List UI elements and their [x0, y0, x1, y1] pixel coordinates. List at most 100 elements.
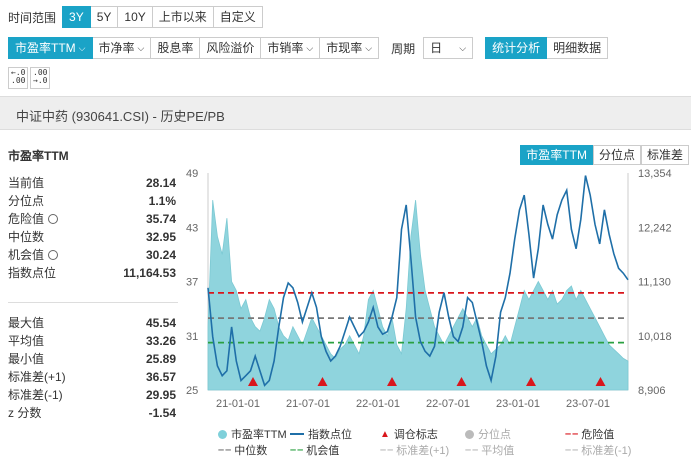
- legend-item[interactable]: 分位点: [465, 426, 511, 442]
- stat-value: -1.54: [148, 406, 176, 420]
- stat-label: 当前值: [8, 174, 44, 192]
- legend-item[interactable]: – – 危险值: [565, 426, 614, 442]
- metric-tab[interactable]: 市销率 ⌵: [261, 37, 321, 59]
- stat-row: z 分数 -1.54: [8, 404, 176, 422]
- metric-tab[interactable]: 股息率: [151, 37, 201, 59]
- stat-row: 平均值 33.26: [8, 332, 176, 350]
- stat-label: 指数点位: [8, 264, 56, 282]
- legend-label: 平均值: [481, 445, 515, 457]
- chart-tab[interactable]: 标准差: [640, 145, 689, 165]
- rebalance-marker: [317, 377, 328, 386]
- decrease-decimal-button[interactable]: .00 →.0: [30, 67, 50, 89]
- x-tick-label: 21-01-01: [216, 398, 260, 410]
- legend-item[interactable]: 市盈率TTM: [218, 426, 287, 442]
- right-tick-label: 8,906: [638, 385, 666, 397]
- rebalance-marker: [456, 377, 467, 386]
- legend-label: 中位数: [234, 445, 268, 457]
- legend-triangle-icon: ▲: [380, 428, 390, 440]
- time-range-group: 3Y 5Y 10Y 上市以来 自定义: [62, 6, 263, 28]
- legend-label: 标准差(+1): [396, 445, 450, 457]
- metric-tab[interactable]: 市现率 ⌵: [320, 37, 380, 59]
- legend-item[interactable]: – – 平均值: [465, 442, 514, 458]
- stat-label: 标准差(-1): [8, 388, 63, 402]
- right-tick-label: 12,242: [638, 222, 672, 234]
- metric-tab-label: 风险溢价: [206, 41, 255, 55]
- left-tick-label: 25: [186, 385, 198, 397]
- legend-label: 标准差(-1): [581, 445, 632, 457]
- chart-tabs: 市盈率TTM 分位点 标准差: [520, 145, 689, 165]
- legend-label: 指数点位: [308, 429, 352, 441]
- legend-label: 危险值: [581, 429, 615, 441]
- stat-label: 机会值: [8, 246, 59, 264]
- stat-row: 当前值 28.14: [8, 174, 176, 192]
- legend-item[interactable]: – – 标准差(-1): [565, 442, 631, 458]
- metric-tab[interactable]: 市盈率TTM ⌵: [8, 37, 93, 59]
- stat-label: 中位数: [8, 228, 44, 246]
- time-range-option[interactable]: 自定义: [213, 6, 263, 28]
- time-range-option[interactable]: 3Y: [62, 6, 91, 28]
- legend-dash-icon: – –: [565, 444, 578, 456]
- x-tick-label: 23-07-01: [566, 398, 610, 410]
- metric-tab-label: 股息率: [157, 41, 194, 55]
- view-tab[interactable]: 统计分析: [485, 37, 548, 59]
- stat-row: 中位数 32.95: [8, 228, 176, 246]
- decimal-row: ←.0.00 .00 →.0: [8, 67, 691, 89]
- section-header: 中证中药 (930641.CSI) - 历史PE/PB: [0, 96, 691, 130]
- metric-tab[interactable]: 市净率 ⌵: [92, 37, 152, 59]
- chart-tab[interactable]: 分位点: [592, 145, 641, 165]
- rebalance-marker: [248, 377, 258, 386]
- chevron-down-icon: ⌵: [459, 43, 467, 53]
- rebalance-marker: [387, 377, 397, 386]
- stat-value: 11,164.53: [123, 266, 176, 280]
- legend-label: 市盈率TTM: [231, 429, 287, 441]
- settings-gear-icon[interactable]: [48, 214, 59, 224]
- increase-decimal-button[interactable]: ←.0.00: [8, 67, 28, 89]
- left-tick-label: 31: [186, 331, 198, 343]
- legend-label: 分位点: [478, 429, 511, 441]
- metric-tab[interactable]: 风险溢价: [200, 37, 262, 59]
- stat-row: 最大值 45.54: [8, 314, 176, 332]
- stat-label: 最小值: [8, 352, 45, 366]
- chevron-down-icon: ⌵: [137, 43, 145, 53]
- legend-item[interactable]: 指数点位: [290, 426, 352, 442]
- legend-dot-icon: [218, 429, 227, 439]
- metric-tab-label: 市现率: [326, 41, 363, 55]
- stat-label: 最大值: [8, 316, 45, 330]
- legend-item[interactable]: – – 标准差(+1): [380, 442, 449, 458]
- legend-item[interactable]: – – 机会值: [290, 442, 339, 458]
- stat-row: 标准差(+1) 36.57: [8, 368, 176, 386]
- stat-label-text: 中位数: [8, 230, 45, 244]
- legend-dash-icon: – –: [218, 444, 231, 456]
- page-title: 中证中药 (930641.CSI) - 历史PE/PB: [16, 109, 225, 124]
- settings-gear-icon[interactable]: [48, 250, 59, 260]
- time-range-row: 时间范围 3Y 5Y 10Y 上市以来 自定义: [8, 6, 691, 28]
- x-tick-label: 22-01-01: [356, 398, 400, 410]
- stat-value: 35.74: [145, 212, 176, 226]
- time-range-option[interactable]: 上市以来: [152, 6, 214, 28]
- metric-tab-label: 市销率: [267, 41, 304, 55]
- x-tick-label: 22-07-01: [426, 398, 470, 410]
- chevron-down-icon: ⌵: [365, 43, 373, 53]
- legend-item[interactable]: ▲ 调仓标志: [380, 426, 438, 442]
- time-range-option[interactable]: 5Y: [90, 6, 119, 28]
- right-tick-label: 11,130: [638, 277, 671, 289]
- stat-label: 平均值: [8, 334, 45, 348]
- time-range-label: 时间范围: [8, 10, 57, 25]
- view-tab[interactable]: 明细数据: [547, 37, 609, 59]
- stat-row: 指数点位 11,164.53: [8, 264, 176, 282]
- period-select[interactable]: 日 ⌵: [423, 37, 474, 59]
- stat-label: z 分数: [8, 406, 42, 420]
- left-tick-label: 49: [186, 168, 198, 180]
- right-tick-label: 13,354: [638, 168, 672, 180]
- legend-label: 调仓标志: [393, 429, 438, 441]
- rebalance-marker: [526, 377, 536, 386]
- period-label: 周期: [391, 41, 416, 56]
- stat-label-text: 当前值: [8, 176, 45, 190]
- stats-divider: [8, 302, 178, 303]
- legend-item[interactable]: – – 中位数: [218, 442, 267, 458]
- metric-tab-label: 市盈率TTM: [15, 41, 76, 55]
- stat-value: 32.95: [145, 230, 176, 244]
- time-range-option[interactable]: 10Y: [118, 6, 153, 28]
- stat-value: 36.57: [145, 370, 176, 384]
- chart-tab[interactable]: 市盈率TTM: [520, 145, 593, 165]
